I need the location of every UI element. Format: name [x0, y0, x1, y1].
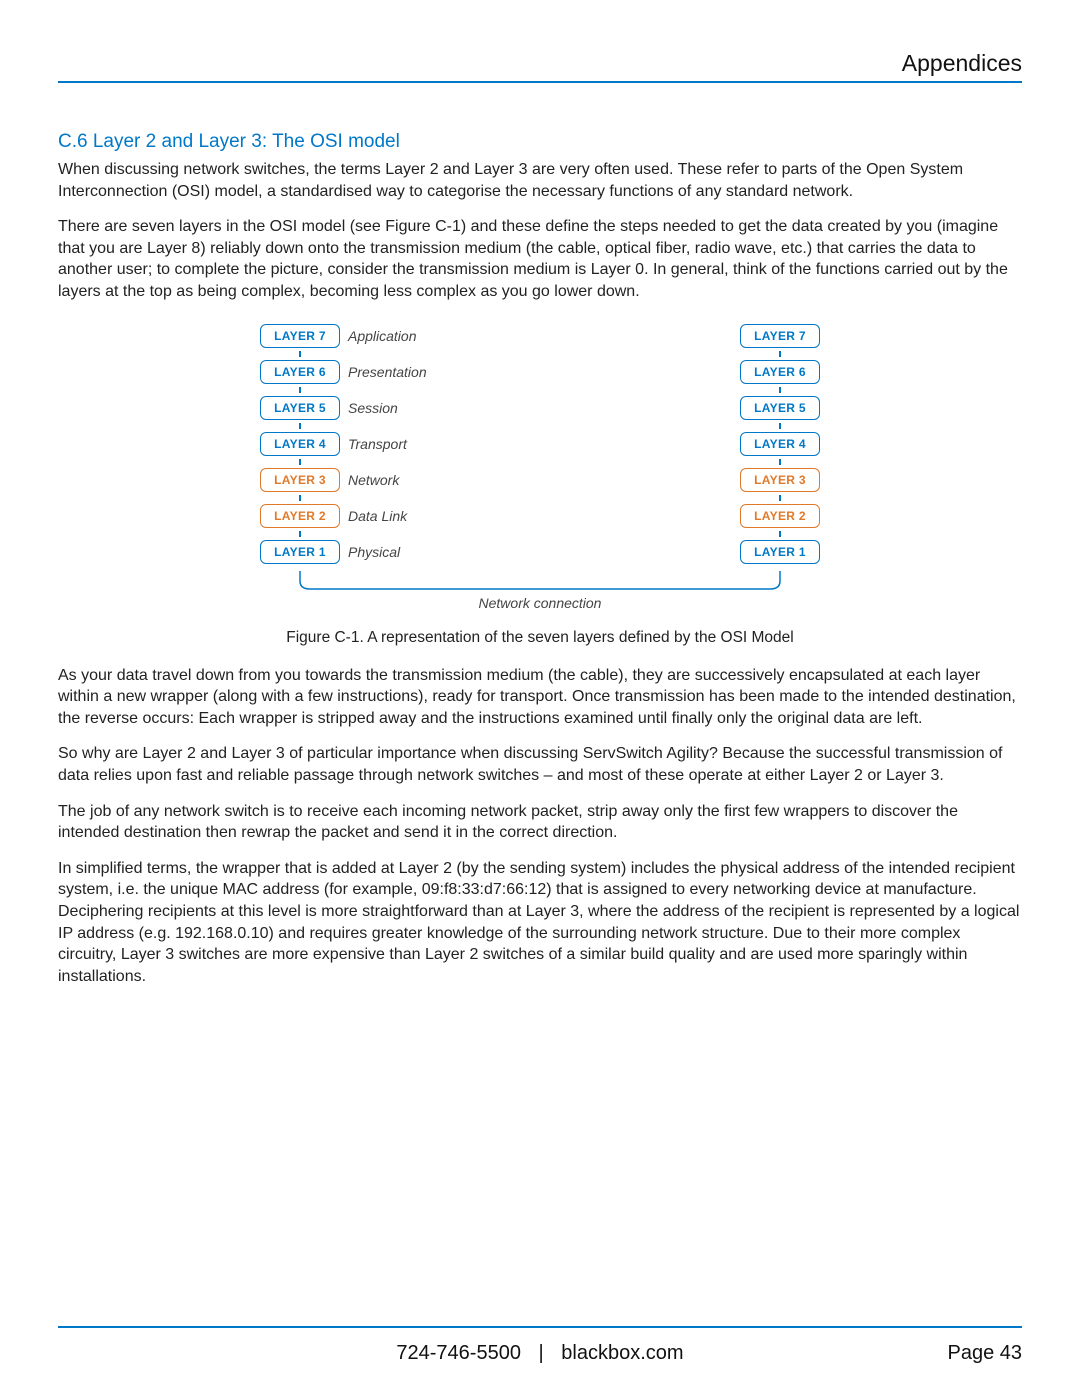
layer-label: Presentation [348, 364, 427, 380]
layer-row: LAYER 2 Data Link [260, 501, 407, 531]
layer-box: LAYER 3 [740, 468, 820, 492]
paragraph: The job of any network switch is to rece… [58, 801, 1022, 844]
layer-row: LAYER 6 [740, 357, 820, 387]
layer-box: LAYER 7 [260, 324, 340, 348]
page-number: Page 43 [902, 1342, 1022, 1365]
layer-box: LAYER 6 [740, 360, 820, 384]
section-heading: C.6 Layer 2 and Layer 3: The OSI model [58, 131, 1022, 153]
footer-site: blackbox.com [561, 1342, 683, 1364]
layer-box: LAYER 4 [740, 432, 820, 456]
layer-row: LAYER 5 Session [260, 393, 398, 423]
layer-box: LAYER 5 [740, 396, 820, 420]
paragraph: As your data travel down from you toward… [58, 665, 1022, 730]
footer-contact: 724-746-5500 | blackbox.com [178, 1342, 902, 1365]
osi-diagram: LAYER 7ApplicationLAYER 6PresentationLAY… [260, 321, 820, 611]
layer-row: LAYER 6 Presentation [260, 357, 427, 387]
layer-row: LAYER 3 Network [260, 465, 399, 495]
layer-label: Transport [348, 436, 407, 452]
footer-phone: 724-746-5500 [396, 1342, 521, 1364]
header: Appendices [58, 50, 1022, 83]
layer-label: Session [348, 400, 398, 416]
layer-row: LAYER 7 [740, 321, 820, 351]
layer-row: LAYER 2 [740, 501, 820, 531]
osi-stack-right: LAYER 7 LAYER 6 LAYER 5 LAYER 4 LAYER 3 LAYER… [740, 321, 820, 567]
paragraph: So why are Layer 2 and Layer 3 of partic… [58, 743, 1022, 786]
network-connection-label: Network connection [260, 595, 820, 611]
layer-label: Application [348, 328, 417, 344]
layer-box: LAYER 1 [740, 540, 820, 564]
layer-label: Physical [348, 544, 400, 560]
layer-box: LAYER 7 [740, 324, 820, 348]
layer-box: LAYER 3 [260, 468, 340, 492]
network-connection-line [260, 571, 820, 593]
header-title: Appendices [902, 50, 1022, 76]
paragraph: There are seven layers in the OSI model … [58, 216, 1022, 302]
layer-label: Data Link [348, 508, 407, 524]
layer-box: LAYER 1 [260, 540, 340, 564]
layer-box: LAYER 6 [260, 360, 340, 384]
layer-row: LAYER 1 Physical [260, 537, 400, 567]
layer-row: LAYER 3 [740, 465, 820, 495]
footer: 724-746-5500 | blackbox.com Page 43 [58, 1326, 1022, 1365]
layer-row: LAYER 5 [740, 393, 820, 423]
paragraph: When discussing network switches, the te… [58, 159, 1022, 202]
osi-stack-left: LAYER 7ApplicationLAYER 6PresentationLAY… [260, 321, 427, 567]
figure-caption: Figure C-1. A representation of the seve… [58, 629, 1022, 647]
layer-label: Network [348, 472, 399, 488]
layer-box: LAYER 2 [740, 504, 820, 528]
layer-row: LAYER 1 [740, 537, 820, 567]
layer-row: LAYER 4 Transport [260, 429, 407, 459]
layer-box: LAYER 4 [260, 432, 340, 456]
layer-row: LAYER 7 Application [260, 321, 417, 351]
layer-box: LAYER 2 [260, 504, 340, 528]
layer-row: LAYER 4 [740, 429, 820, 459]
page: Appendices C.6 Layer 2 and Layer 3: The … [0, 0, 1080, 1397]
paragraph: In simplified terms, the wrapper that is… [58, 858, 1022, 988]
layer-box: LAYER 5 [260, 396, 340, 420]
footer-divider: | [539, 1342, 544, 1364]
